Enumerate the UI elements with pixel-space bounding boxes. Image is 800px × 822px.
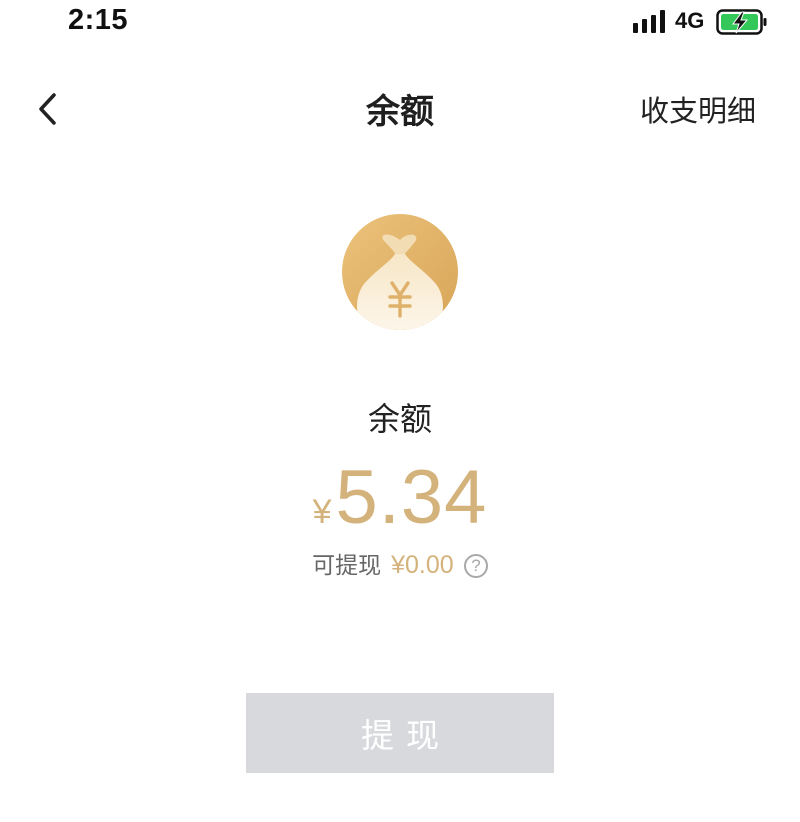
balance-amount: ¥5.34: [0, 454, 800, 541]
battery-charging-icon: [716, 9, 767, 35]
signal-icon: [633, 10, 665, 33]
withdraw-button[interactable]: 提现: [246, 693, 554, 773]
network-type: 4G: [675, 8, 705, 33]
currency-symbol: ¥: [312, 493, 332, 531]
withdrawable-label: 可提现: [312, 553, 382, 579]
money-bag-icon: [342, 214, 458, 330]
status-time: 2:15: [68, 4, 129, 36]
balance-screen: 2:15 4G 余额 收支明细 余额 ¥5.34 可提现 ¥0.00 ? 提现: [0, 0, 800, 822]
balance-label: 余额: [367, 400, 432, 438]
help-icon[interactable]: ?: [463, 554, 488, 578]
transactions-link[interactable]: 收支明细: [640, 88, 756, 130]
withdrawable-row: 可提现 ¥0.00 ?: [0, 546, 800, 580]
balance-value: 5.34: [335, 455, 488, 540]
withdrawable-value: ¥0.00: [391, 551, 454, 579]
